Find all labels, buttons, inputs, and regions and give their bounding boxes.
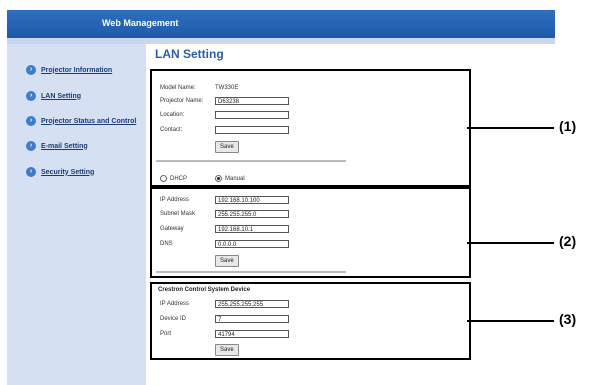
callout-line-2 [467, 242, 554, 244]
gateway-input[interactable]: 192.168.10.1 [215, 225, 289, 233]
dns-label: DNS [160, 241, 173, 247]
arrow-right-icon: › [26, 167, 36, 177]
location-input[interactable] [215, 111, 289, 119]
gateway-label: Gateway [160, 226, 184, 232]
projector-name-label: Projector Name: [160, 98, 204, 104]
save-button[interactable]: Save [215, 255, 239, 267]
sidebar-item-projector-information[interactable]: › Projector Information [26, 65, 112, 75]
header-bar: Web Management [7, 10, 555, 38]
manual-label: Manual [225, 175, 245, 182]
sidebar-item-label: Security Setting [41, 168, 95, 176]
device-id-label: Device ID [160, 316, 187, 322]
save-button[interactable]: Save [215, 344, 239, 356]
manual-radio[interactable] [215, 175, 222, 182]
crestron-ip-input[interactable]: 255.255.255.255 [215, 300, 289, 308]
section-general-box: Model Name: TW330E Projector Name: D6323… [150, 69, 471, 187]
subnet-mask-input[interactable]: 255.255.255.0 [215, 210, 289, 218]
ip-address-input[interactable]: 192.168.10.100 [215, 196, 289, 204]
location-label: Location: [160, 112, 185, 118]
dhcp-radio[interactable] [160, 175, 167, 182]
sidebar-item-email-setting[interactable]: › E-mail Setting [26, 141, 88, 151]
section-crestron-box: Crestron Control System Device IP Addres… [150, 282, 471, 360]
callout-line-1 [467, 127, 554, 129]
save-button[interactable]: Save [215, 141, 239, 153]
device-id-input[interactable]: 7 [215, 315, 289, 323]
app-title: Web Management [102, 18, 179, 28]
crestron-ip-label: IP Address [160, 301, 189, 307]
contact-label: Contact: [160, 127, 183, 133]
divider [156, 160, 346, 162]
model-name-label: Model Name: [160, 85, 196, 91]
subnet-mask-label: Subnet Mask [160, 211, 196, 217]
sidebar-item-security-setting[interactable]: › Security Setting [26, 167, 94, 177]
callout-marker-3: (3) [559, 311, 577, 327]
callout-marker-1: (1) [559, 118, 577, 134]
projector-name-input[interactable]: D63238 [215, 97, 289, 105]
arrow-right-icon: › [26, 141, 36, 151]
page-title: LAN Setting [155, 47, 224, 61]
arrow-right-icon: › [26, 116, 36, 126]
sidebar-item-label: Projector Status and Control [41, 117, 137, 125]
dhcp-label: DHCP [170, 175, 188, 182]
sidebar: › Projector Information › LAN Setting › … [7, 44, 146, 385]
sidebar-item-label: Projector Information [41, 66, 113, 74]
sidebar-item-label: E-mail Setting [41, 142, 88, 150]
crestron-heading: Crestron Control System Device [158, 287, 251, 293]
model-name-value: TW330E [215, 85, 239, 91]
arrow-right-icon: › [26, 91, 36, 101]
sidebar-item-lan-setting[interactable]: › LAN Setting [26, 91, 81, 101]
callout-line-3 [467, 320, 554, 322]
port-label: Port [160, 331, 172, 337]
divider [156, 271, 346, 273]
contact-input[interactable] [215, 126, 289, 134]
port-input[interactable]: 41794 [215, 330, 289, 338]
dhcp-option[interactable]: DHCP [160, 175, 187, 182]
arrow-right-icon: › [26, 65, 36, 75]
manual-option[interactable]: Manual [215, 175, 245, 182]
sidebar-item-projector-status[interactable]: › Projector Status and Control [26, 116, 136, 126]
sidebar-item-label: LAN Setting [41, 92, 82, 100]
dns-input[interactable]: 0.0.0.0 [215, 240, 289, 248]
section-network-box: IP Address 192.168.10.100 Subnet Mask 25… [150, 187, 471, 278]
callout-marker-2: (2) [559, 233, 577, 249]
ip-address-label: IP Address [160, 197, 189, 203]
